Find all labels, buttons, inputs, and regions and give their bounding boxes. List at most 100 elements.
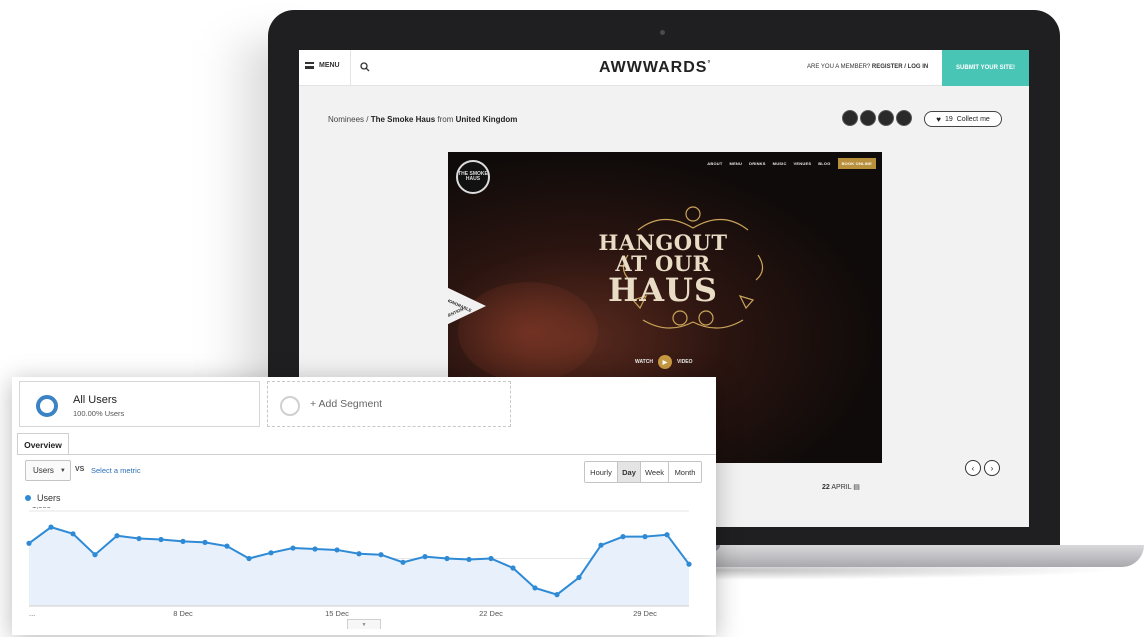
preview-nav-about: ABOUT xyxy=(707,161,723,166)
data-point xyxy=(224,543,230,549)
data-point xyxy=(202,539,208,545)
x-tick-label: 15 Dec xyxy=(325,609,349,618)
prev-arrow-icon[interactable]: ‹ xyxy=(965,460,981,476)
users-chart[interactable]: 1,000500...8 Dec15 Dec22 Dec29 Dec xyxy=(12,507,716,635)
add-segment-ring-icon xyxy=(280,396,300,416)
search-icon[interactable] xyxy=(359,61,371,73)
play-icon: ▶ xyxy=(657,355,672,369)
legend-dot xyxy=(25,495,31,501)
data-point xyxy=(444,555,450,562)
data-point xyxy=(356,551,362,557)
next-arrow-icon[interactable]: › xyxy=(984,460,1000,476)
calendar-icon: ▤ xyxy=(853,484,860,491)
segment-title: All Users xyxy=(73,394,118,406)
data-point xyxy=(686,561,692,567)
collect-me-button[interactable]: ♥ 19 Collect me xyxy=(924,111,1002,127)
expand-chart-button[interactable]: ▼ xyxy=(347,619,381,629)
breadcrumb: Nominees / The Smoke Haus from United Ki… xyxy=(328,115,517,124)
data-point xyxy=(180,538,186,544)
analytics-card: All Users 100.00% Users + Add Segment Ov… xyxy=(12,377,716,635)
breadcrumb-nominees[interactable]: Nominees xyxy=(328,115,364,124)
member-prompt: ARE YOU A MEMBER? REGISTER / LOG IN xyxy=(807,64,928,70)
register-login-link[interactable]: REGISTER / LOG IN xyxy=(872,64,928,70)
metric-dropdown-value: Users xyxy=(33,466,54,475)
breadcrumb-from: from xyxy=(435,115,456,124)
smoke-haus-logo: THE SMOKE HAUS xyxy=(456,160,490,194)
hero-heading: HANGOUT AT OUR HAUS xyxy=(598,232,728,306)
y-tick-label: 1,000 xyxy=(32,507,51,510)
vs-label: VS xyxy=(75,466,85,473)
x-tick-label: 29 Dec xyxy=(633,609,657,618)
data-point xyxy=(422,554,428,560)
logo-mark: ° xyxy=(707,60,712,68)
month-button[interactable]: Month xyxy=(669,462,701,482)
preview-nav-venues: VENUES xyxy=(793,161,812,166)
honorable-mention-ribbon: HONORABLE MENTION xyxy=(448,287,486,325)
data-point xyxy=(312,546,318,552)
avatar[interactable] xyxy=(842,110,858,126)
legend-label: Users xyxy=(37,493,61,503)
data-point xyxy=(576,574,582,581)
hero-line-1: HANGOUT xyxy=(598,230,728,255)
x-tick-label: 22 Dec xyxy=(479,609,503,618)
data-point xyxy=(136,535,142,542)
chevron-down-icon: ▼ xyxy=(59,467,66,474)
segment-all-users[interactable]: All Users 100.00% Users xyxy=(19,381,260,427)
day-button[interactable]: Day xyxy=(618,462,641,482)
metric-dropdown[interactable]: Users ▼ xyxy=(25,460,71,481)
collector-avatars xyxy=(842,110,912,126)
logo-text: AWWWARDS xyxy=(599,59,708,76)
avatar[interactable] xyxy=(860,110,876,126)
segment-subtitle: 100.00% Users xyxy=(73,409,125,418)
breadcrumb-site-name: The Smoke Haus xyxy=(370,115,436,124)
data-point xyxy=(664,532,670,538)
data-point xyxy=(598,542,604,548)
breadcrumb-country[interactable]: United Kingdom xyxy=(456,115,518,124)
data-point xyxy=(466,556,472,563)
data-point xyxy=(114,533,120,539)
member-question: ARE YOU A MEMBER? xyxy=(807,64,871,70)
data-point xyxy=(620,534,626,540)
data-point xyxy=(290,545,296,551)
data-point xyxy=(642,534,648,540)
data-point xyxy=(378,552,384,558)
data-point xyxy=(26,540,32,546)
gallery-arrows: ‹ › xyxy=(965,460,1000,476)
camera-dot xyxy=(660,30,665,35)
date-day: 22 xyxy=(822,484,830,491)
date-month: APRIL xyxy=(831,484,852,491)
tab-overview[interactable]: Overview xyxy=(17,433,69,455)
data-point xyxy=(400,559,406,565)
data-point xyxy=(334,547,340,553)
data-point xyxy=(268,550,274,556)
awwwards-header: MENU AWWWARDS° ARE YOU A MEMBER? REGISTE… xyxy=(299,50,1029,86)
avatar[interactable] xyxy=(896,110,912,126)
x-tick-label: ... xyxy=(29,609,35,618)
collect-label: Collect me xyxy=(956,115,990,123)
time-granularity-group: Hourly Day Week Month xyxy=(584,461,702,483)
awwwards-logo[interactable]: AWWWARDS° xyxy=(599,59,711,77)
data-point xyxy=(246,555,252,562)
select-metric-link[interactable]: Select a metric xyxy=(91,466,141,475)
data-point xyxy=(532,585,538,591)
data-point xyxy=(488,555,494,562)
data-point xyxy=(158,536,164,543)
submit-site-button[interactable]: SUBMIT YOUR SITE! xyxy=(942,50,1029,86)
menu-button[interactable]: MENU xyxy=(305,62,340,69)
week-button[interactable]: Week xyxy=(641,462,669,482)
tab-divider xyxy=(17,454,716,455)
data-point xyxy=(48,524,54,530)
heart-icon: ♥ xyxy=(936,114,941,124)
avatar[interactable] xyxy=(878,110,894,126)
add-segment-button[interactable]: + Add Segment xyxy=(267,381,511,427)
preview-nav-drinks: DRINKS xyxy=(749,161,766,166)
menu-label: MENU xyxy=(319,62,340,69)
award-date: 22 APRIL ▤ xyxy=(822,483,860,491)
preview-nav-music: MUSIC xyxy=(772,161,787,166)
hamburger-icon xyxy=(305,62,314,69)
watch-video-button[interactable]: WATCH ▶ VIDEO xyxy=(635,355,693,369)
add-segment-label: + Add Segment xyxy=(310,398,383,410)
preview-nav-menu: MENU xyxy=(729,161,743,166)
segment-ring-icon xyxy=(36,395,58,417)
hourly-button[interactable]: Hourly xyxy=(585,462,618,482)
